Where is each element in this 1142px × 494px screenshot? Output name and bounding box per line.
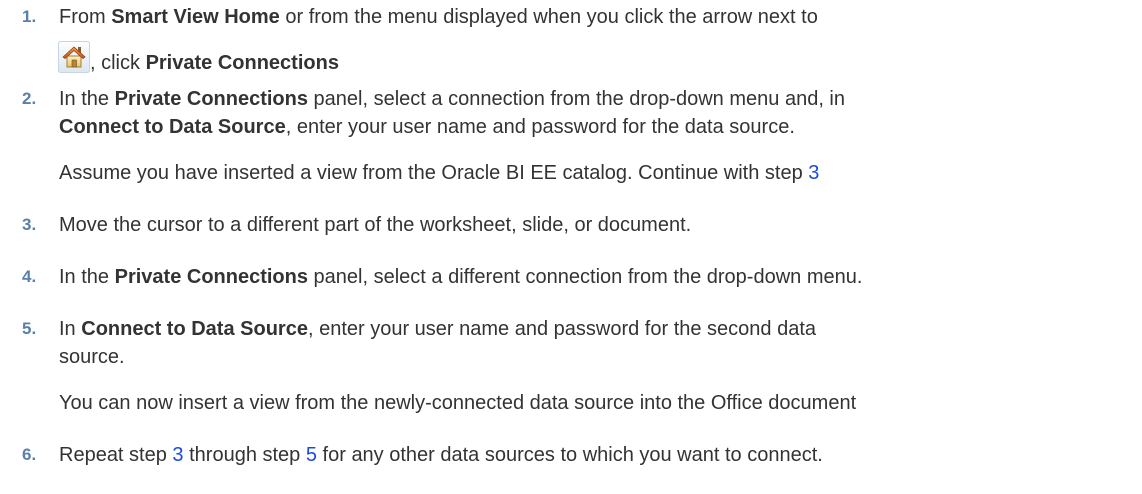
step-2-note: Assume you have inserted a view from the… <box>59 162 820 184</box>
step-3-link[interactable]: 3 <box>808 162 819 184</box>
step-2: 2. In the Private Connections panel, sel… <box>0 84 1142 142</box>
step-text-continued: Connect to Data Source, enter your user … <box>59 116 795 138</box>
step-3-link[interactable]: 3 <box>172 444 183 466</box>
step-text-continued: source. <box>59 346 125 368</box>
step-number: 3. <box>22 215 37 234</box>
step-text-continued: , click Private Connections <box>58 41 1142 79</box>
ui-term: Private Connections <box>114 266 308 288</box>
ui-term: Private Connections <box>114 88 308 110</box>
step-number: 2. <box>22 89 37 108</box>
step-text: In the Private Connections panel, select… <box>59 88 845 110</box>
step-3: 3. Move the cursor to a different part o… <box>0 210 1142 240</box>
step-4: 4. In the Private Connections panel, sel… <box>0 262 1142 292</box>
ui-term: Connect to Data Source <box>59 116 286 138</box>
step-number: 5. <box>22 319 37 338</box>
step-text: In Connect to Data Source, enter your us… <box>59 318 817 340</box>
step-6: 6. Repeat step 3 through step 5 for any … <box>0 440 1142 470</box>
home-icon <box>58 41 90 73</box>
ui-term: Smart View Home <box>111 6 280 28</box>
ui-term: Private Connections <box>145 52 339 74</box>
ui-term: Connect to Data Source <box>81 318 308 340</box>
step-text: Repeat step 3 through step 5 for any oth… <box>59 444 823 466</box>
step-5-note: You can now insert a view from the newly… <box>59 392 857 414</box>
step-number: 4. <box>22 267 37 286</box>
step-1: 1. From Smart View Home or from the menu… <box>0 2 1142 79</box>
step-text: From Smart View Home or from the menu di… <box>59 6 818 28</box>
step-5-link[interactable]: 5 <box>306 444 317 466</box>
step-number: 1. <box>22 7 37 26</box>
step-5: 5. In Connect to Data Source, enter your… <box>0 314 1142 372</box>
step-text: Move the cursor to a different part of t… <box>59 214 692 236</box>
step-number: 6. <box>22 445 37 464</box>
step-text: In the Private Connections panel, select… <box>59 266 863 288</box>
